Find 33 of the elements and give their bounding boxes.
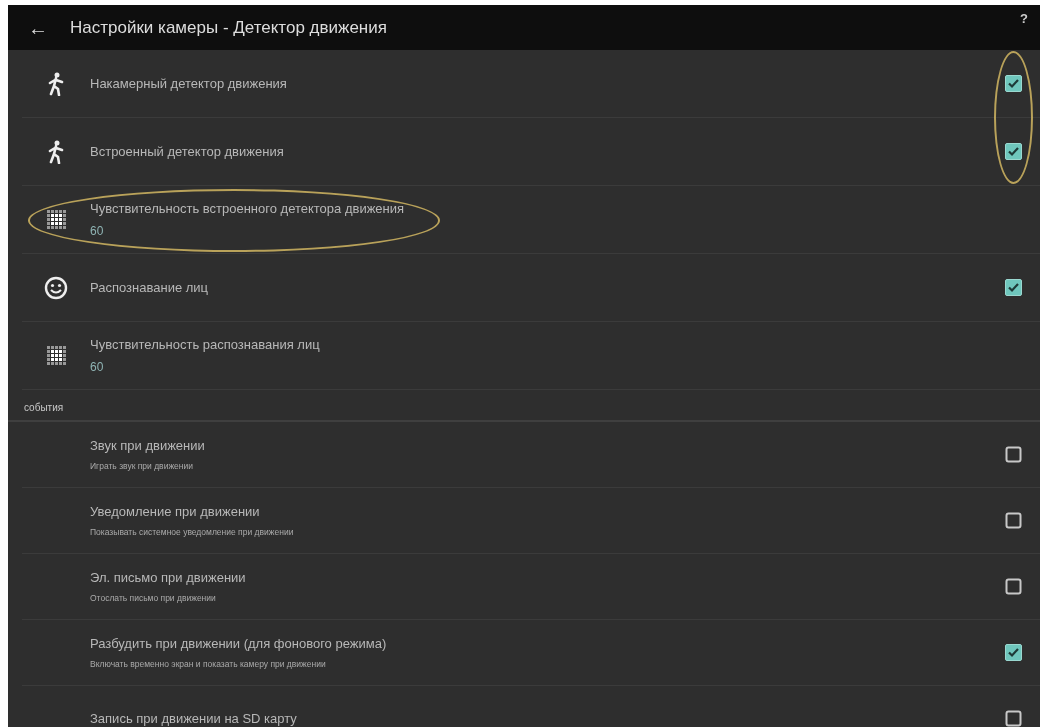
setting-title: Разбудить при движении (для фонового режима) — [90, 635, 387, 654]
setting-description: Показывать системное уведомление при движении — [90, 525, 294, 539]
checkbox[interactable] — [1005, 143, 1022, 160]
setting-title: Уведомление при движении — [90, 503, 260, 522]
setting-title: Звук при движении — [90, 437, 205, 456]
back-button[interactable]: ← — [28, 17, 48, 38]
checkbox[interactable] — [1005, 710, 1022, 727]
setting-title: Распознавание лиц — [90, 278, 209, 297]
setting-value: 60 — [90, 358, 104, 376]
screen-title: Настройки камеры - Детектор движения — [70, 16, 387, 39]
help-button[interactable]: ? — [1020, 5, 1028, 29]
checkbox[interactable] — [1005, 279, 1022, 296]
setting-value: 60 — [90, 222, 104, 240]
grid-icon — [46, 346, 66, 365]
setting-title: Встроенный детектор движения — [90, 142, 284, 161]
setting-description: Включать временно экран и показать камеру при движении — [90, 657, 326, 671]
setting-description: Играть звук при движении — [90, 459, 193, 473]
setting-title: Накамерный детектор движения — [90, 74, 287, 93]
grid-icon — [46, 210, 66, 229]
setting-title: Чувствительность распознавания лиц — [90, 336, 320, 355]
smiley-face-icon — [44, 275, 68, 300]
walking-person-icon — [48, 71, 64, 96]
setting-description: Отослать письмо при движении — [90, 591, 216, 605]
checkbox[interactable] — [1005, 512, 1022, 529]
checkbox[interactable] — [1005, 446, 1022, 463]
checkbox[interactable] — [1005, 644, 1022, 661]
setting-title: Чувствительность встроенного детектора движения — [90, 200, 405, 219]
setting-title: Эл. письмо при движении — [90, 569, 246, 588]
checkbox[interactable] — [1005, 75, 1022, 92]
section-header: события — [8, 390, 1040, 422]
setting-title: Запись при движении на SD карту — [90, 709, 297, 727]
checkbox[interactable] — [1005, 578, 1022, 595]
walking-person-icon — [48, 139, 64, 164]
